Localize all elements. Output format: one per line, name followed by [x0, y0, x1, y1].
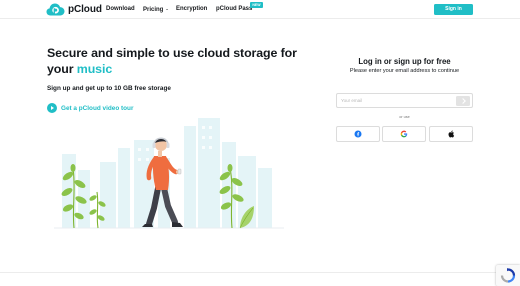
email-field[interactable]: [340, 95, 454, 106]
sign-in-button[interactable]: Sign in: [434, 4, 473, 15]
walking-man-illustration: [54, 118, 284, 229]
new-badge: NEW: [250, 2, 263, 8]
nav-encryption[interactable]: Encryption: [176, 5, 207, 13]
nav-download[interactable]: Download: [106, 5, 135, 13]
google-icon: [400, 130, 408, 138]
hero-subtitle: Sign up and get up to 10 GB free storage: [47, 85, 171, 92]
nav-pcloud-pass[interactable]: pCloud Pass: [216, 5, 252, 13]
chevron-down-icon: ⌄: [165, 6, 169, 11]
email-submit-button[interactable]: [456, 96, 470, 106]
nav-pricing-label: Pricing: [143, 7, 164, 13]
hero-title: Secure and simple to use cloud storage f…: [47, 45, 317, 77]
hero-illustration: [54, 112, 284, 238]
facebook-login-button[interactable]: [336, 126, 380, 142]
video-tour-label: Get a pCloud video tour: [61, 104, 134, 112]
recaptcha-badge[interactable]: [496, 265, 520, 286]
email-field-wrapper: [336, 93, 473, 108]
hero-title-accent: music: [76, 62, 113, 76]
login-title: Log in or sign up for free: [358, 57, 451, 66]
pcloud-logo-icon: [46, 3, 65, 16]
login-subtitle: Please enter your email address to conti…: [349, 68, 460, 74]
page-divider: [0, 272, 520, 273]
nav-pricing[interactable]: Pricing ⌄: [143, 5, 169, 14]
or-use-divider: or use: [399, 115, 410, 119]
google-login-button[interactable]: [382, 126, 426, 142]
apple-login-button[interactable]: [429, 126, 473, 142]
pcloud-logo[interactable]: pCloud: [46, 3, 102, 16]
facebook-icon: [354, 130, 362, 138]
recaptcha-icon: [500, 268, 516, 283]
top-navbar: pCloud Download Pricing ⌄ Encryption pClo…: [0, 0, 520, 19]
apple-icon: [448, 130, 455, 138]
logo-text: pCloud: [68, 4, 102, 15]
